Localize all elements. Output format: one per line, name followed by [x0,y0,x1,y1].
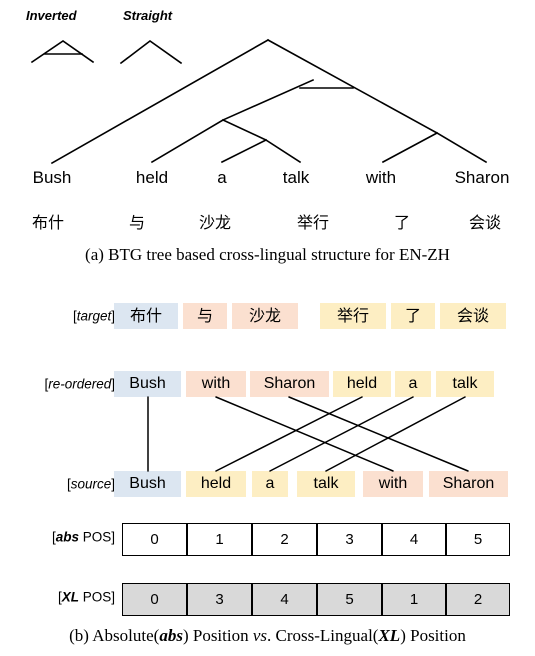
abs-pos-cell-1: 1 [187,523,252,556]
caption-b-xl: XL [378,626,401,645]
xl-pos-cell-2: 4 [252,583,317,616]
caption-b-p1: (b) Absolute( [69,626,160,645]
xl-pos-cell-3: 5 [317,583,382,616]
alignment-link-2 [288,396,469,472]
abs-pos-cell-5: 5 [446,523,510,556]
xl-pos-cell-4: 1 [382,583,446,616]
caption-b-p7: ) Position [400,626,466,645]
abs-pos-cell-2: 2 [252,523,317,556]
caption-panel-b: (b) Absolute(abs) Position vs. Cross-Lin… [0,626,535,646]
xl-pos-cell-0: 0 [122,583,187,616]
caption-b-p3: ) Position [182,626,253,645]
alignment-link-5 [325,396,466,472]
abs-pos-cell-0: 0 [122,523,187,556]
alignment-link-1 [215,396,394,472]
caption-b-p5: . Cross-Lingual( [267,626,379,645]
xl-pos-cell-5: 2 [446,583,510,616]
caption-b-vs: vs [252,626,268,645]
abs-pos-cell-4: 4 [382,523,446,556]
caption-b-abs: abs [159,626,183,645]
alignment-links [147,396,469,472]
xl-pos-cell-1: 3 [187,583,252,616]
abs-pos-cell-3: 3 [317,523,382,556]
figure-root: Inverted Straight Bush held a talk with … [0,0,535,656]
